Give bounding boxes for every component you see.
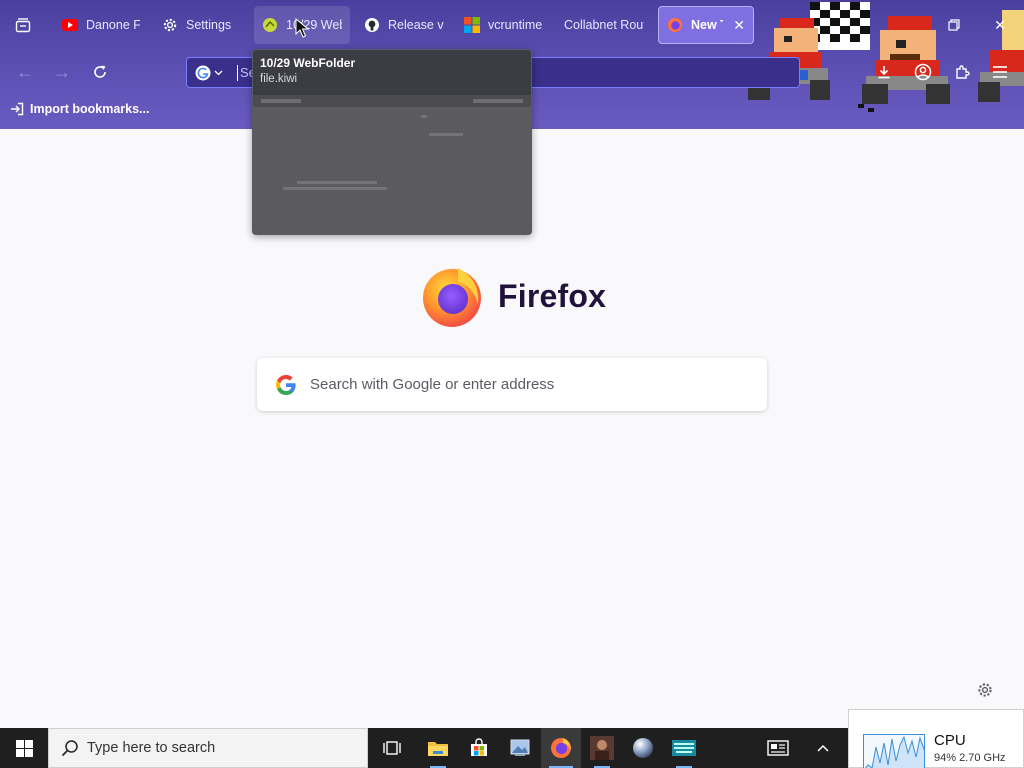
account-icon — [914, 63, 932, 81]
download-icon — [878, 66, 890, 79]
firefox-wordmark: Firefox — [498, 277, 607, 314]
photo-app-button[interactable] — [582, 728, 622, 768]
personalize-button[interactable] — [975, 680, 995, 700]
news-widget-button[interactable] — [758, 728, 798, 768]
task-view-icon — [383, 741, 401, 755]
file-explorer-icon — [428, 742, 448, 756]
restore-window-button[interactable] — [940, 12, 968, 38]
tab-label: vcruntime — [488, 18, 543, 32]
tab-settings[interactable]: Settings — [154, 6, 246, 44]
forward-button[interactable]: → — [48, 58, 76, 86]
back-button[interactable]: ← — [11, 58, 39, 86]
gear-icon — [978, 683, 992, 697]
show-hidden-icons-button[interactable] — [803, 728, 843, 768]
kiwi-icon — [262, 17, 278, 33]
reload-button[interactable] — [86, 58, 114, 86]
photos-icon — [510, 739, 530, 756]
tab-label: Settings — [186, 18, 232, 32]
list-all-tabs-button[interactable] — [8, 10, 38, 40]
mouse-cursor — [295, 18, 309, 38]
import-bookmarks-label: Import bookmarks... — [30, 102, 150, 116]
tab-label: Collabnet Rout — [564, 18, 644, 32]
extensions-button[interactable] — [948, 58, 976, 86]
app-menu-button[interactable] — [986, 58, 1014, 86]
firefox-logo-icon — [423, 268, 481, 327]
keyboard-app-icon — [672, 740, 696, 756]
preview-thumbnail-image — [253, 95, 531, 190]
firefox-icon — [551, 738, 571, 758]
search-engine-selector[interactable] — [187, 58, 231, 87]
close-window-button[interactable]: ✕ — [986, 12, 1014, 38]
cpu-usage-graph — [863, 734, 925, 768]
start-button[interactable] — [0, 728, 48, 768]
chevron-down-icon — [214, 70, 223, 75]
preview-title: 10/29 WebFolder — [260, 56, 356, 70]
newtab-search-box[interactable] — [257, 358, 767, 411]
close-tab-icon[interactable]: ✕ — [733, 17, 745, 34]
cpu-title: CPU — [934, 732, 966, 749]
tab-new-tab[interactable]: New Tab ✕ — [658, 6, 754, 44]
store-button[interactable] — [459, 728, 499, 768]
reload-icon — [94, 65, 106, 78]
github-icon — [364, 17, 380, 33]
hamburger-menu-icon — [993, 66, 1007, 78]
tab-release[interactable]: Release v0 — [356, 6, 452, 44]
downloads-button[interactable] — [870, 58, 898, 86]
chevron-up-icon — [817, 744, 829, 752]
gear-icon — [162, 17, 178, 33]
google-icon — [195, 65, 211, 80]
taskbar-search-input[interactable] — [87, 740, 367, 756]
puzzle-icon — [956, 65, 970, 79]
newtab-search-input[interactable] — [310, 376, 767, 393]
cpu-monitor-widget: CPU 94% 2.70 GHz — [848, 709, 1024, 768]
user-photo-icon — [590, 736, 614, 760]
tab-collabnet[interactable]: Collabnet Rout — [556, 6, 652, 44]
tab-hover-preview: 10/29 WebFolder file.kiwi — [252, 49, 532, 235]
restore-icon — [948, 19, 960, 31]
firefox-icon — [667, 17, 683, 33]
tab-danone[interactable]: Danone Fa — [54, 6, 148, 44]
cpu-detail: 94% 2.70 GHz — [934, 752, 1006, 764]
microsoft-icon — [464, 17, 480, 33]
firefox-brand: Firefox — [420, 264, 606, 328]
taskbar-search-box[interactable] — [48, 728, 368, 768]
tab-overview-icon — [15, 18, 31, 33]
firefox-taskbar-button[interactable] — [541, 728, 581, 768]
sphere-app-button[interactable] — [623, 728, 663, 768]
tab-label: Release v0 — [388, 18, 444, 32]
account-button[interactable] — [909, 58, 937, 86]
preview-header: 10/29 WebFolder file.kiwi — [253, 50, 531, 95]
import-icon — [11, 102, 24, 116]
arrow-left-icon: ← — [16, 61, 34, 82]
sphere-app-icon — [633, 738, 653, 758]
tab-label: New Tab — [691, 18, 723, 32]
preview-url: file.kiwi — [260, 73, 298, 85]
keyboard-app-button[interactable] — [664, 728, 704, 768]
tab-strip: Danone Fa Settings 10/29 Web Release v0 — [0, 0, 1024, 50]
import-bookmarks-button[interactable]: Import bookmarks... — [10, 102, 149, 116]
close-icon: ✕ — [994, 16, 1006, 33]
youtube-icon — [62, 17, 78, 33]
store-icon — [471, 738, 487, 756]
windows-logo-icon — [15, 739, 33, 757]
photos-button[interactable] — [500, 728, 540, 768]
news-icon — [767, 740, 789, 756]
google-icon — [276, 374, 296, 395]
tab-vcruntime[interactable]: vcruntime — [456, 6, 552, 44]
arrow-right-icon: → — [53, 61, 71, 82]
task-view-button[interactable] — [372, 728, 412, 768]
preview-thumbnail — [253, 95, 531, 234]
file-explorer-button[interactable] — [418, 728, 458, 768]
search-icon — [61, 740, 78, 757]
tab-label: Danone Fa — [86, 18, 140, 32]
